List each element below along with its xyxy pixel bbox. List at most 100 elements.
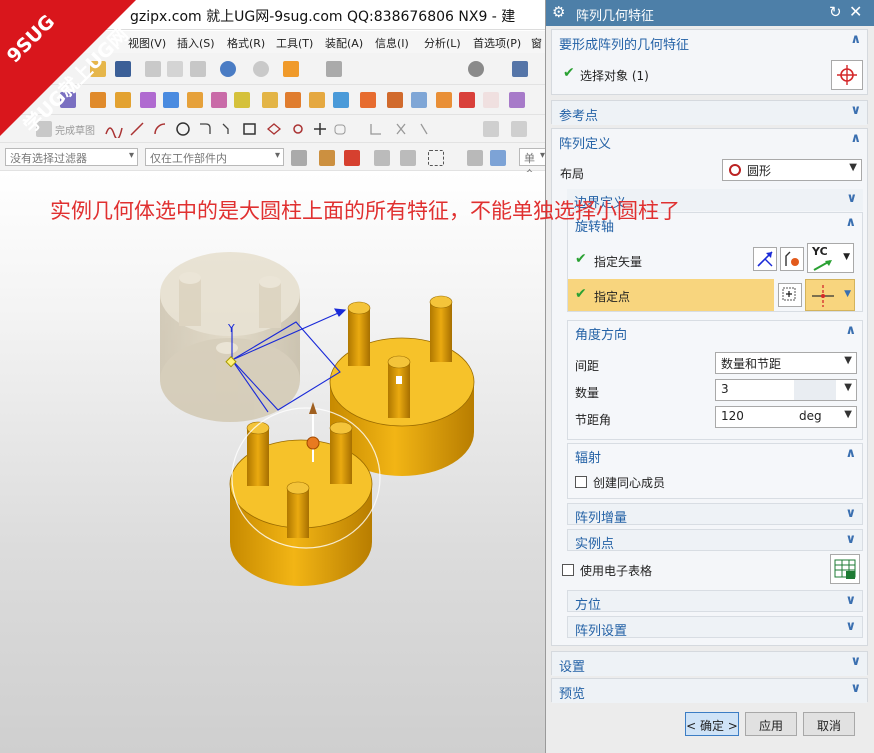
- sew-icon[interactable]: [459, 92, 475, 108]
- draft-icon[interactable]: [411, 92, 427, 108]
- mirror-icon[interactable]: [333, 92, 349, 108]
- section-settings[interactable]: 设置 ∨: [551, 651, 868, 676]
- graphics-window[interactable]: Y: [0, 172, 545, 753]
- surface-icon[interactable]: [509, 92, 525, 108]
- menu-window[interactable]: 窗: [531, 35, 542, 51]
- vector-dialog-button[interactable]: [780, 247, 804, 271]
- block-icon[interactable]: [163, 92, 179, 108]
- chevron-down-icon[interactable]: ∨: [845, 619, 856, 634]
- chevron-up-icon[interactable]: ∧: [845, 446, 856, 461]
- point-type-dropdown[interactable]: ▼: [805, 279, 855, 311]
- menu-format[interactable]: 格式(R): [227, 35, 265, 51]
- type-filter-dropdown[interactable]: 没有选择过滤器: [5, 148, 138, 166]
- pitch-angle-input[interactable]: 120 deg ▼: [715, 406, 857, 428]
- menu-assembly[interactable]: 装配(A): [325, 35, 363, 51]
- select-object-button[interactable]: [831, 60, 863, 90]
- apply-button[interactable]: 应用: [745, 712, 797, 736]
- chevron-down-icon[interactable]: ∨: [850, 681, 861, 696]
- command-finder-icon[interactable]: [283, 61, 299, 77]
- section-reference-point[interactable]: 参考点 ∨: [551, 100, 868, 125]
- paste-icon[interactable]: [190, 61, 206, 77]
- subsection-array-increment[interactable]: 阵列增量 ∨: [567, 503, 863, 526]
- window-icon[interactable]: [326, 61, 342, 77]
- chevron-down-icon[interactable]: ∨: [850, 654, 861, 669]
- scope-filter-dropdown[interactable]: 仅在工作部件内: [145, 148, 284, 166]
- shell-icon[interactable]: [387, 92, 403, 108]
- filter-settings-icon[interactable]: [291, 150, 307, 166]
- view-orient-icon[interactable]: [467, 150, 483, 166]
- section-settings-header[interactable]: 设置 ∨: [552, 652, 867, 676]
- dimension-icon[interactable]: [511, 121, 527, 137]
- use-spreadsheet-checkbox[interactable]: [562, 564, 574, 576]
- menu-analysis[interactable]: 分析(L): [424, 35, 461, 51]
- chevron-down-icon[interactable]: ∨: [845, 532, 856, 547]
- subsection-orientation[interactable]: 方位 ∨: [567, 590, 863, 613]
- radial-header[interactable]: 辐射 ∧: [568, 444, 862, 466]
- render-style-icon[interactable]: [490, 150, 506, 166]
- section-preview-header[interactable]: 预览 ∨: [552, 679, 867, 703]
- point-snap-icon[interactable]: [344, 150, 360, 166]
- chevron-down-icon[interactable]: ∨: [845, 506, 856, 521]
- count-input[interactable]: 3 ▼: [715, 379, 857, 401]
- subsection-array-settings[interactable]: 阵列设置 ∨: [567, 616, 863, 639]
- section-preview[interactable]: 预览 ∨: [551, 678, 868, 703]
- layout-icon[interactable]: [512, 61, 528, 77]
- boss-icon[interactable]: [140, 92, 156, 108]
- menu-preferences[interactable]: 首选项(P): [473, 35, 521, 51]
- close-icon[interactable]: ✕: [849, 2, 862, 21]
- point-dialog-button[interactable]: [778, 283, 802, 307]
- select-object-label[interactable]: 选择对象 (1): [580, 67, 649, 84]
- spreadsheet-button[interactable]: [830, 554, 860, 584]
- sheet-icon[interactable]: [483, 92, 499, 108]
- subtract-icon[interactable]: [285, 92, 301, 108]
- chamfer-icon[interactable]: [234, 92, 250, 108]
- angle-direction-header[interactable]: 角度方向 ∧: [568, 321, 862, 343]
- pattern-icon[interactable]: [309, 92, 325, 108]
- copy-icon[interactable]: [167, 61, 183, 77]
- concentric-members-checkbox[interactable]: [575, 476, 587, 488]
- cut-icon[interactable]: [145, 61, 161, 77]
- section-settings-label: 设置: [559, 660, 586, 675]
- redo-icon[interactable]: [253, 61, 269, 77]
- chevron-up-icon[interactable]: ∧: [850, 32, 861, 47]
- chevron-down-icon[interactable]: ∨: [845, 593, 856, 608]
- reverse-direction-button[interactable]: [753, 247, 777, 271]
- reset-icon[interactable]: ↻: [829, 3, 842, 21]
- menu-insert[interactable]: 插入(S): [177, 35, 215, 51]
- search-icon[interactable]: [468, 61, 484, 77]
- chevron-up-icon[interactable]: ∧: [845, 323, 856, 338]
- snap-options-icon[interactable]: [374, 150, 390, 166]
- snap-icon[interactable]: [319, 150, 335, 166]
- unite-icon[interactable]: [262, 92, 278, 108]
- curve-rule-icon[interactable]: [400, 150, 416, 166]
- blend-icon[interactable]: [211, 92, 227, 108]
- rectangle-select-icon[interactable]: [428, 150, 444, 166]
- trim-icon[interactable]: [360, 92, 376, 108]
- section-reference-point-header[interactable]: 参考点 ∨: [552, 101, 867, 125]
- model-view[interactable]: Y: [0, 172, 545, 753]
- vector-type-dropdown[interactable]: YC ▼: [807, 243, 854, 273]
- drag-handle-ball[interactable]: [306, 436, 320, 450]
- sketch-curve-icons[interactable]: [103, 120, 433, 138]
- chevron-up-icon[interactable]: ∧: [850, 131, 861, 146]
- section-array-definition-header[interactable]: 阵列定义 ∧: [552, 129, 867, 153]
- menu-tools[interactable]: 工具(T): [276, 35, 313, 51]
- menu-info[interactable]: 信息(I): [375, 35, 409, 51]
- section-geometry-header[interactable]: 要形成阵列的几何特征 ∧: [552, 30, 867, 54]
- spacing-dropdown[interactable]: 数量和节距 ▼: [715, 352, 857, 374]
- ok-button[interactable]: < 确定 >: [685, 712, 739, 736]
- cancel-button[interactable]: 取消: [803, 712, 855, 736]
- orientation-label: 方位: [575, 598, 602, 613]
- undo-icon[interactable]: [220, 61, 236, 77]
- subsection-instance-point[interactable]: 实例点 ∨: [567, 529, 863, 552]
- cylinder-icon[interactable]: [187, 92, 203, 108]
- specify-vector-label[interactable]: 指定矢量: [594, 253, 642, 270]
- layout-dropdown[interactable]: 圆形 ▼: [722, 159, 862, 181]
- constraint-icon[interactable]: [483, 121, 499, 137]
- dialog-titlebar: ⚙ 阵列几何特征 ↻ ✕: [546, 0, 874, 26]
- chevron-down-icon[interactable]: ∨: [846, 191, 857, 206]
- chevron-up-icon[interactable]: ∧: [845, 215, 856, 230]
- specify-point-row[interactable]: ✔ 指定点: [568, 279, 774, 311]
- chevron-down-icon[interactable]: ∨: [850, 103, 861, 118]
- offset-icon[interactable]: [436, 92, 452, 108]
